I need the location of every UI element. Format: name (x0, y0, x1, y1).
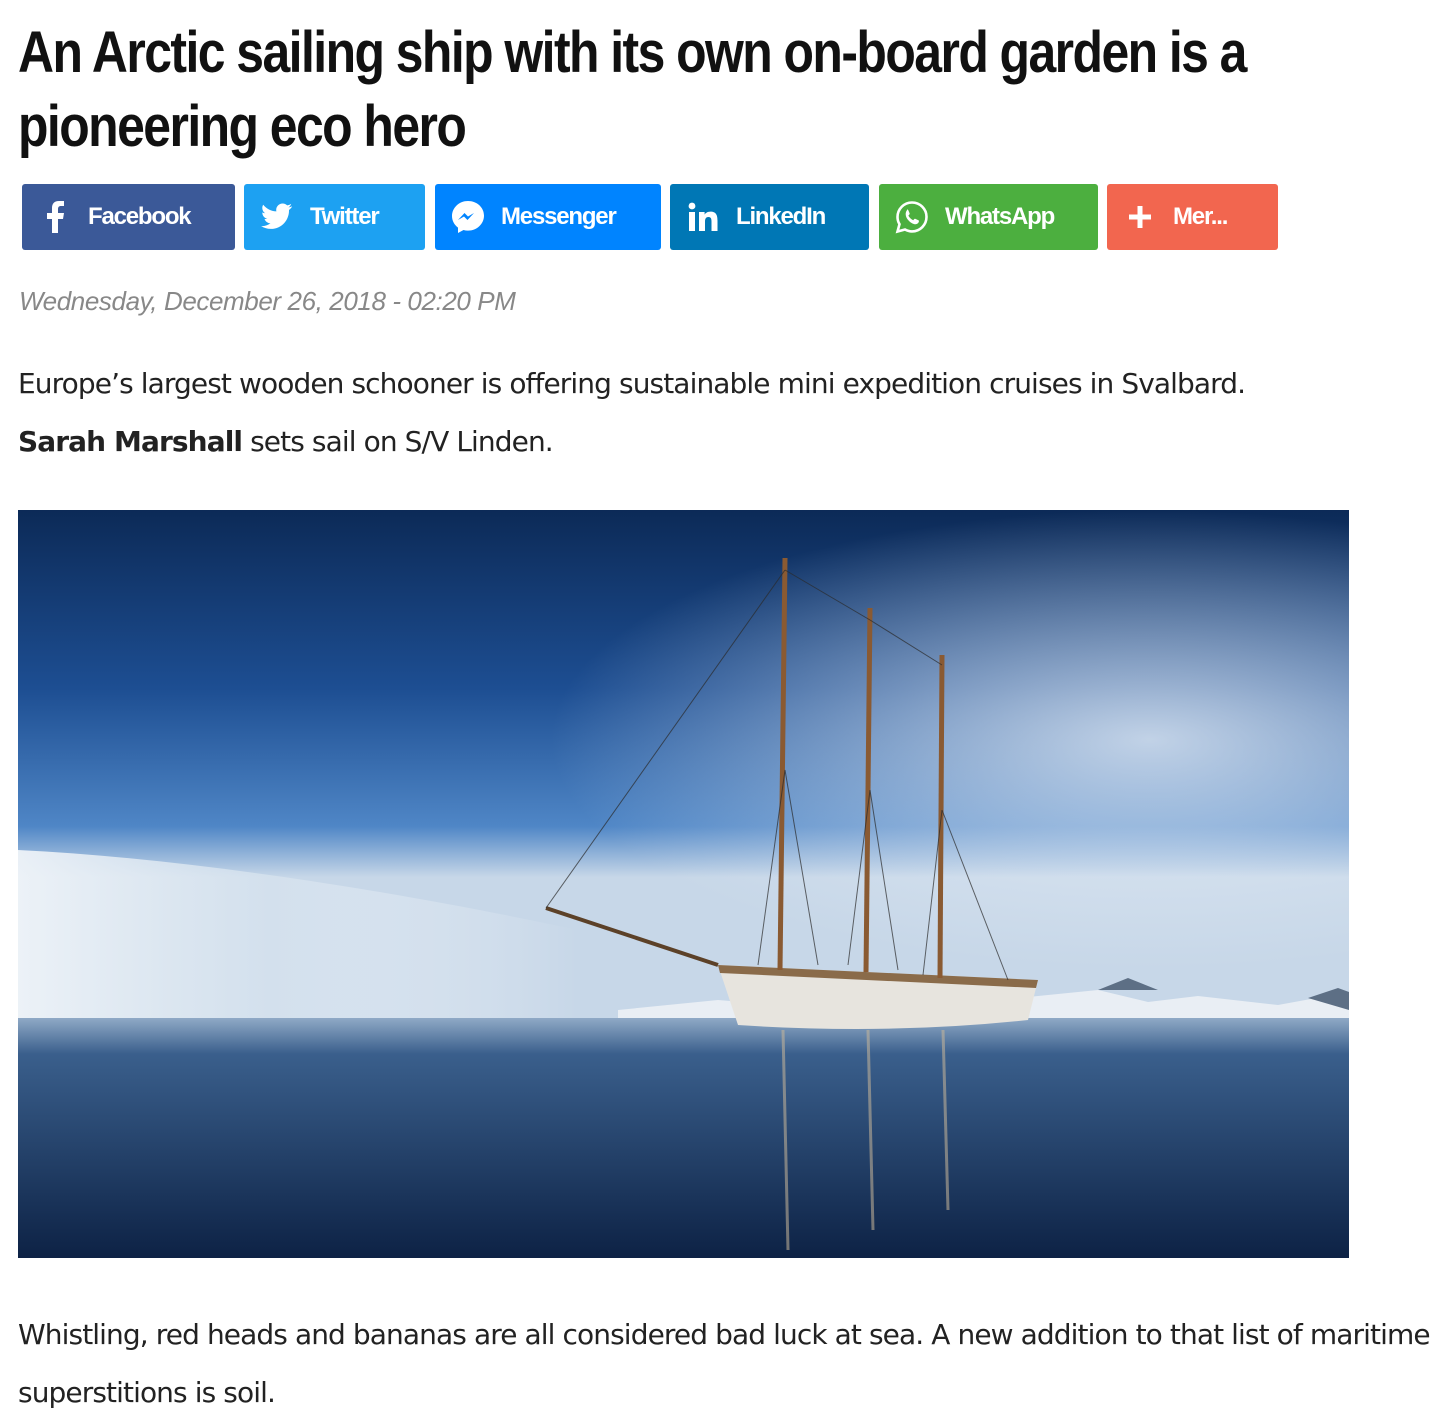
article-title: An Arctic sailing ship with its own on-b… (18, 20, 1247, 159)
share-twitter-label: Twitter (310, 203, 380, 230)
author-name[interactable]: Sarah Marshall (18, 425, 243, 458)
article-page: An Arctic sailing ship with its own on-b… (0, 0, 1453, 1428)
share-messenger-button[interactable]: Messenger (435, 184, 661, 250)
share-bar: Facebook Twitter Messenger LinkedIn What… (0, 184, 1453, 250)
plus-icon (1107, 184, 1173, 250)
share-linkedin-label: LinkedIn (736, 203, 826, 230)
share-messenger-label: Messenger (501, 203, 617, 230)
share-more-button[interactable]: Mer... (1107, 184, 1278, 250)
share-more-label: Mer... (1173, 203, 1228, 230)
hero-image (18, 510, 1349, 1258)
facebook-icon (22, 184, 88, 250)
share-twitter-button[interactable]: Twitter (244, 184, 425, 250)
author-suffix: sets sail on S/V Linden. (242, 425, 554, 458)
share-whatsapp-label: WhatsApp (945, 203, 1055, 230)
publish-date: Wednesday, December 26, 2018 - 02:20 PM (19, 286, 516, 316)
article-standfirst: Europe’s largest wooden schooner is offe… (18, 355, 1443, 471)
share-facebook-label: Facebook (88, 203, 192, 230)
share-facebook-button[interactable]: Facebook (22, 184, 235, 250)
standfirst-text: Europe’s largest wooden schooner is offe… (18, 367, 1246, 400)
twitter-icon (244, 184, 310, 250)
linkedin-icon (670, 184, 736, 250)
article-paragraph: Whistling, red heads and bananas are all… (18, 1318, 1431, 1409)
messenger-icon (435, 184, 501, 250)
whatsapp-icon (879, 184, 945, 250)
share-linkedin-button[interactable]: LinkedIn (670, 184, 869, 250)
share-whatsapp-button[interactable]: WhatsApp (879, 184, 1098, 250)
